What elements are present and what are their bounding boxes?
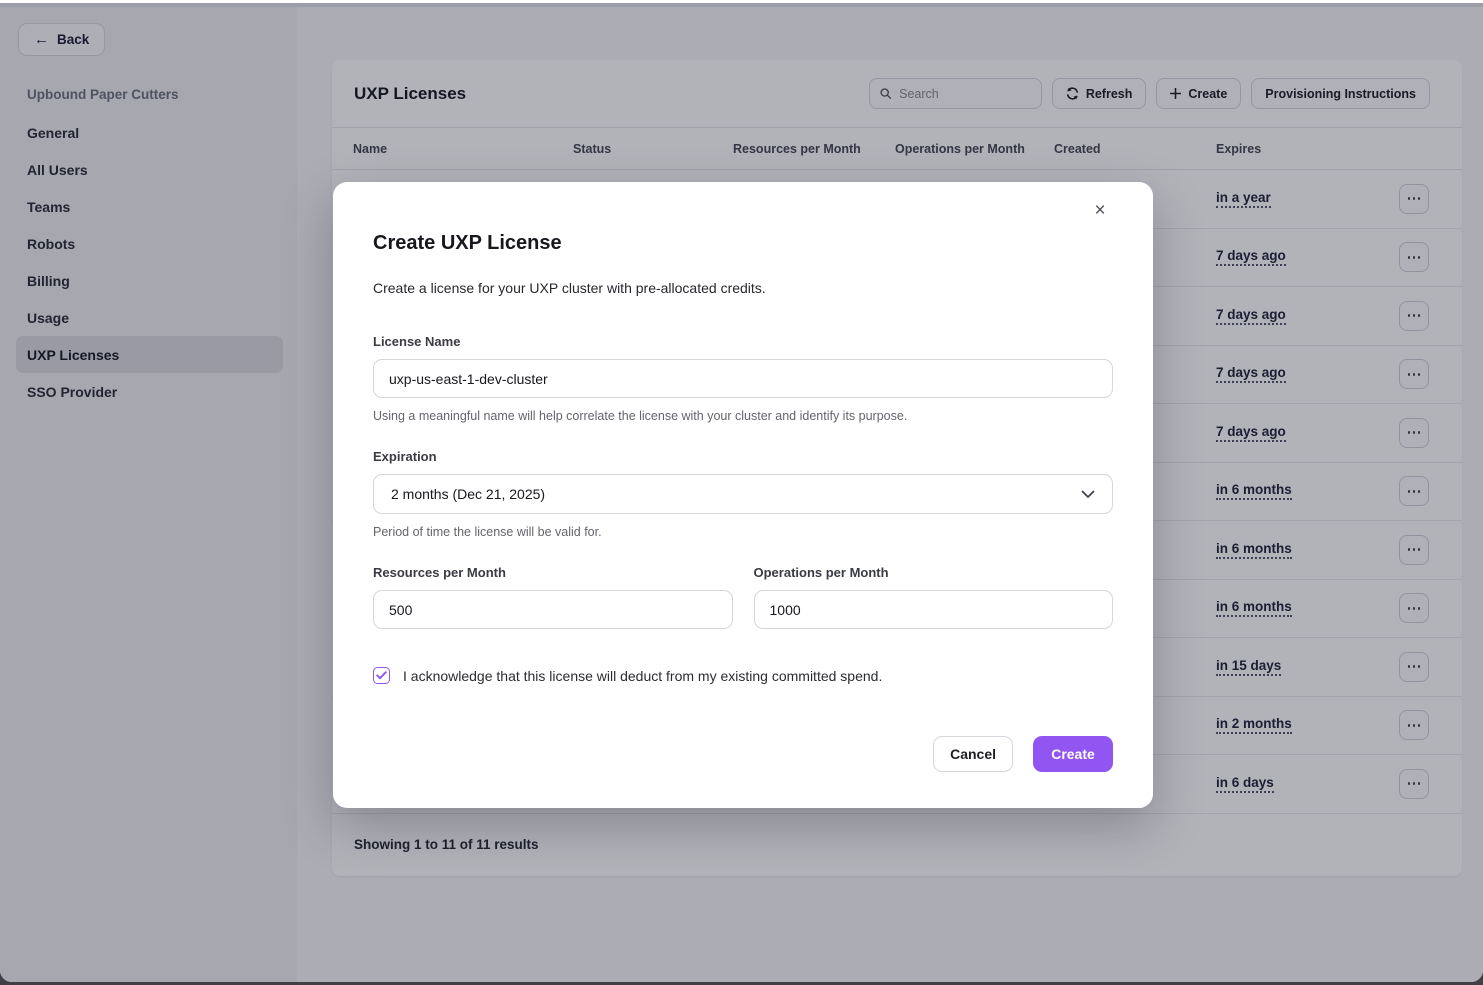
operations-per-month-input[interactable] [754,590,1114,629]
create-uxp-license-modal: × Create UXP License Create a license fo… [333,182,1153,808]
expiration-selected-value: 2 months (Dec 21, 2025) [391,486,545,502]
close-icon[interactable]: × [1087,198,1113,224]
expiration-help: Period of time the license will be valid… [373,525,1113,539]
license-name-label: License Name [373,334,1113,349]
operations-per-month-label: Operations per Month [754,565,1114,580]
acknowledge-checkbox[interactable] [373,667,390,684]
app-window: ← Back Upbound Paper Cutters General All… [0,3,1483,982]
expiration-select[interactable]: 2 months (Dec 21, 2025) [373,474,1113,514]
cancel-button[interactable]: Cancel [933,736,1013,772]
chevron-down-icon [1081,490,1095,499]
check-icon [376,671,387,680]
modal-create-button[interactable]: Create [1033,736,1113,772]
acknowledge-label: I acknowledge that this license will ded… [403,668,882,684]
resources-per-month-input[interactable] [373,590,733,629]
license-name-input[interactable] [373,359,1113,398]
expiration-label: Expiration [373,449,1113,464]
resources-per-month-label: Resources per Month [373,565,733,580]
modal-title: Create UXP License [373,232,1113,255]
license-name-help: Using a meaningful name will help correl… [373,409,1113,423]
modal-description: Create a license for your UXP cluster wi… [373,280,1113,296]
